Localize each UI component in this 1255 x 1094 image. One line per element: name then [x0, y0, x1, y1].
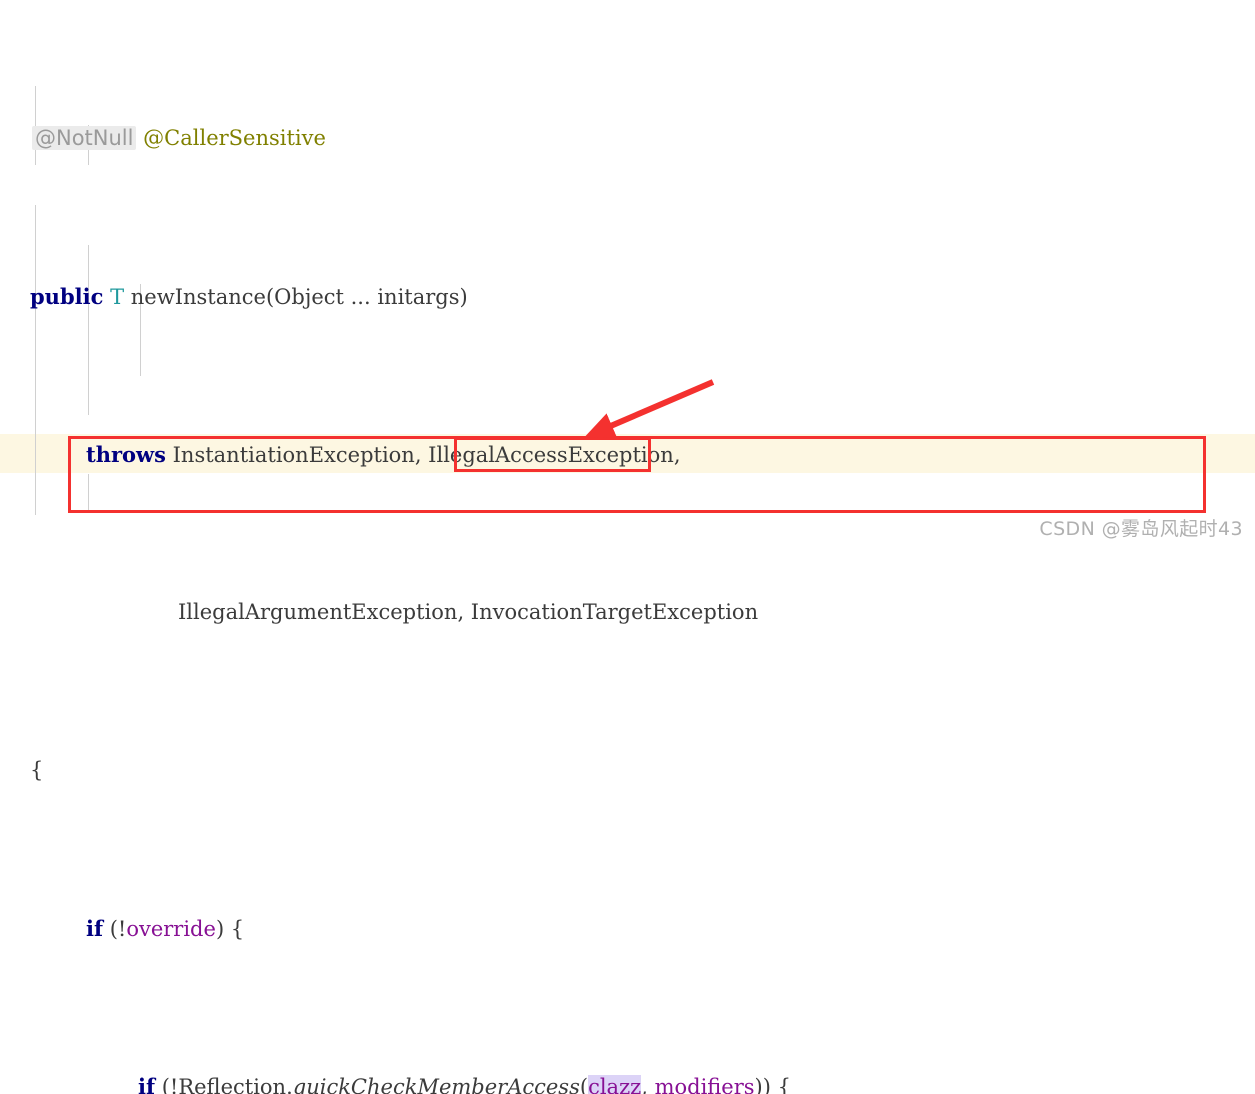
code-line-3[interactable]: throws InstantiationException, IllegalAc… — [0, 435, 1255, 475]
code-text[interactable]: @NotNull @CallerSensitive public T newIn… — [0, 0, 1255, 547]
method-open-brace: { — [30, 758, 43, 782]
arg-clazz: clazz — [588, 1075, 641, 1094]
paren-open: ( — [580, 1075, 588, 1094]
code-line-6[interactable]: if (!override) { — [0, 909, 1255, 949]
throws-list-part2: IllegalArgumentException, InvocationTarg… — [178, 600, 758, 624]
method-signature: newInstance(Object ... initargs) — [124, 285, 468, 309]
code-line-7[interactable]: if (!Reflection.quickCheckMemberAccess(c… — [0, 1067, 1255, 1094]
keyword-public: public — [30, 284, 103, 309]
code-editor[interactable]: @NotNull @CallerSensitive public T newIn… — [0, 0, 1255, 547]
arg-separator: , — [641, 1075, 654, 1094]
throws-list-part1: InstantiationException, IllegalAccessExc… — [166, 443, 681, 467]
if-close: ) { — [216, 917, 244, 941]
caller-sensitive-annotation: @CallerSensitive — [143, 126, 326, 150]
code-line-1[interactable]: @NotNull @CallerSensitive — [0, 119, 1255, 159]
notnull-inlay-hint: @NotNull — [32, 126, 136, 150]
keyword-if: if — [138, 1074, 155, 1094]
code-line-4[interactable]: IllegalArgumentException, InvocationTarg… — [0, 593, 1255, 633]
reflection-call-open: (!Reflection. — [155, 1075, 293, 1094]
if-close: )) { — [755, 1075, 791, 1094]
code-line-2[interactable]: public T newInstance(Object ... initargs… — [0, 277, 1255, 317]
if-open-paren: (! — [103, 917, 126, 941]
keyword-if: if — [86, 916, 103, 941]
field-override: override — [126, 917, 216, 941]
csdn-watermark: CSDN @雾岛风起时43 — [1039, 514, 1243, 541]
type-parameter-T: T — [110, 285, 124, 309]
keyword-throws: throws — [86, 442, 166, 467]
method-quickCheckMemberAccess: quickCheckMemberAccess — [293, 1075, 580, 1094]
arg-modifiers: modifiers — [655, 1075, 755, 1094]
code-line-5[interactable]: { — [0, 751, 1255, 791]
